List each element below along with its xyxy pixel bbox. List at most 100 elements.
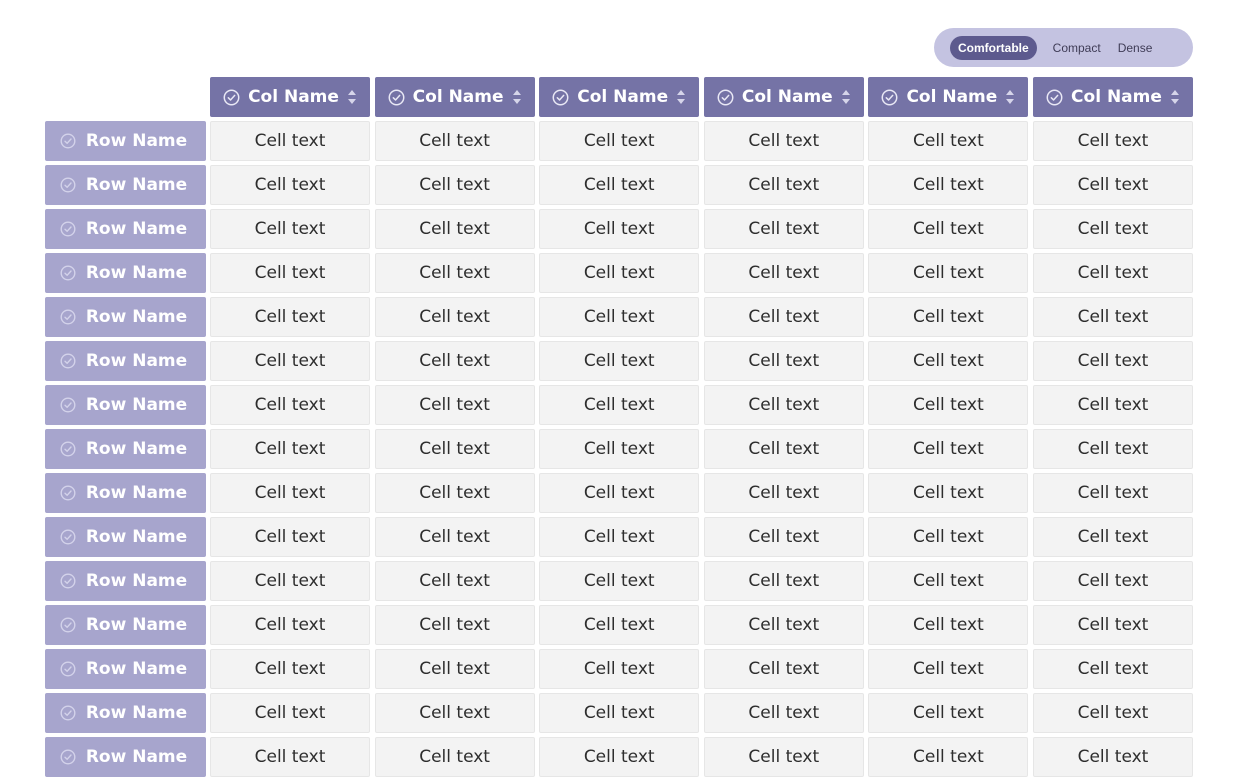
table-cell[interactable]: Cell text	[539, 693, 700, 733]
table-cell[interactable]: Cell text	[539, 517, 700, 557]
row-header[interactable]: Row Name	[45, 385, 206, 425]
table-cell[interactable]: Cell text	[703, 297, 864, 337]
table-cell[interactable]: Cell text	[868, 165, 1029, 205]
sort-icon[interactable]	[841, 88, 851, 106]
table-cell[interactable]: Cell text	[1032, 385, 1193, 425]
sort-icon[interactable]	[512, 88, 522, 106]
row-header[interactable]: Row Name	[45, 473, 206, 513]
table-cell[interactable]: Cell text	[539, 209, 700, 249]
table-cell[interactable]: Cell text	[868, 693, 1029, 733]
table-cell[interactable]: Cell text	[703, 737, 864, 777]
table-cell[interactable]: Cell text	[1032, 341, 1193, 381]
table-cell[interactable]: Cell text	[210, 297, 370, 337]
table-cell[interactable]: Cell text	[1032, 561, 1193, 601]
row-header[interactable]: Row Name	[45, 517, 206, 557]
row-header[interactable]: Row Name	[45, 165, 206, 205]
table-cell[interactable]: Cell text	[868, 209, 1029, 249]
table-cell[interactable]: Cell text	[703, 473, 864, 513]
table-cell[interactable]: Cell text	[539, 561, 700, 601]
row-header[interactable]: Row Name	[45, 561, 206, 601]
table-cell[interactable]: Cell text	[703, 693, 864, 733]
table-cell[interactable]: Cell text	[374, 385, 535, 425]
table-cell[interactable]: Cell text	[868, 737, 1029, 777]
column-header[interactable]: Col Name	[374, 77, 535, 117]
table-cell[interactable]: Cell text	[210, 209, 370, 249]
table-cell[interactable]: Cell text	[374, 121, 535, 161]
column-header[interactable]: Col Name	[1032, 77, 1193, 117]
table-cell[interactable]: Cell text	[1032, 165, 1193, 205]
table-cell[interactable]: Cell text	[868, 605, 1029, 645]
table-cell[interactable]: Cell text	[210, 473, 370, 513]
table-cell[interactable]: Cell text	[210, 605, 370, 645]
table-cell[interactable]: Cell text	[210, 165, 370, 205]
table-cell[interactable]: Cell text	[374, 209, 535, 249]
table-cell[interactable]: Cell text	[703, 253, 864, 293]
table-cell[interactable]: Cell text	[1032, 517, 1193, 557]
row-header[interactable]: Row Name	[45, 209, 206, 249]
density-option-compact[interactable]: Compact	[1045, 36, 1109, 60]
table-cell[interactable]: Cell text	[703, 209, 864, 249]
row-header[interactable]: Row Name	[45, 737, 206, 777]
table-cell[interactable]: Cell text	[868, 297, 1029, 337]
table-cell[interactable]: Cell text	[210, 341, 370, 381]
table-cell[interactable]: Cell text	[539, 737, 700, 777]
table-cell[interactable]: Cell text	[210, 429, 370, 469]
row-header[interactable]: Row Name	[45, 341, 206, 381]
table-cell[interactable]: Cell text	[868, 253, 1029, 293]
table-cell[interactable]: Cell text	[1032, 649, 1193, 689]
table-cell[interactable]: Cell text	[539, 473, 700, 513]
table-cell[interactable]: Cell text	[374, 473, 535, 513]
table-cell[interactable]: Cell text	[868, 473, 1029, 513]
table-cell[interactable]: Cell text	[703, 649, 864, 689]
sort-icon[interactable]	[1005, 88, 1015, 106]
table-cell[interactable]: Cell text	[374, 649, 535, 689]
row-header[interactable]: Row Name	[45, 649, 206, 689]
table-cell[interactable]: Cell text	[539, 429, 700, 469]
table-cell[interactable]: Cell text	[539, 165, 700, 205]
table-cell[interactable]: Cell text	[1032, 209, 1193, 249]
table-cell[interactable]: Cell text	[1032, 297, 1193, 337]
table-cell[interactable]: Cell text	[374, 297, 535, 337]
table-cell[interactable]: Cell text	[1032, 253, 1193, 293]
table-cell[interactable]: Cell text	[374, 693, 535, 733]
table-cell[interactable]: Cell text	[539, 253, 700, 293]
table-cell[interactable]: Cell text	[210, 561, 370, 601]
table-cell[interactable]: Cell text	[868, 517, 1029, 557]
table-cell[interactable]: Cell text	[868, 649, 1029, 689]
table-cell[interactable]: Cell text	[374, 737, 535, 777]
row-header[interactable]: Row Name	[45, 693, 206, 733]
table-cell[interactable]: Cell text	[1032, 605, 1193, 645]
table-cell[interactable]: Cell text	[703, 341, 864, 381]
table-cell[interactable]: Cell text	[374, 561, 535, 601]
table-cell[interactable]: Cell text	[374, 253, 535, 293]
table-cell[interactable]: Cell text	[1032, 121, 1193, 161]
density-option-dense[interactable]: Dense	[1110, 36, 1161, 60]
table-cell[interactable]: Cell text	[374, 429, 535, 469]
table-cell[interactable]: Cell text	[210, 385, 370, 425]
table-cell[interactable]: Cell text	[868, 121, 1029, 161]
table-cell[interactable]: Cell text	[210, 517, 370, 557]
table-cell[interactable]: Cell text	[374, 341, 535, 381]
column-header[interactable]: Col Name	[868, 77, 1029, 117]
table-cell[interactable]: Cell text	[703, 165, 864, 205]
column-header[interactable]: Col Name	[210, 77, 370, 117]
table-cell[interactable]: Cell text	[703, 561, 864, 601]
table-cell[interactable]: Cell text	[210, 649, 370, 689]
sort-icon[interactable]	[1170, 88, 1180, 106]
row-header[interactable]: Row Name	[45, 253, 206, 293]
table-cell[interactable]: Cell text	[539, 605, 700, 645]
table-cell[interactable]: Cell text	[868, 341, 1029, 381]
table-cell[interactable]: Cell text	[210, 253, 370, 293]
table-cell[interactable]: Cell text	[868, 429, 1029, 469]
table-cell[interactable]: Cell text	[703, 605, 864, 645]
table-cell[interactable]: Cell text	[1032, 473, 1193, 513]
table-cell[interactable]: Cell text	[539, 121, 700, 161]
row-header[interactable]: Row Name	[45, 429, 206, 469]
table-cell[interactable]: Cell text	[210, 693, 370, 733]
table-cell[interactable]: Cell text	[868, 385, 1029, 425]
table-cell[interactable]: Cell text	[539, 649, 700, 689]
row-header[interactable]: Row Name	[45, 297, 206, 337]
table-cell[interactable]: Cell text	[539, 341, 700, 381]
table-cell[interactable]: Cell text	[210, 121, 370, 161]
table-cell[interactable]: Cell text	[374, 517, 535, 557]
